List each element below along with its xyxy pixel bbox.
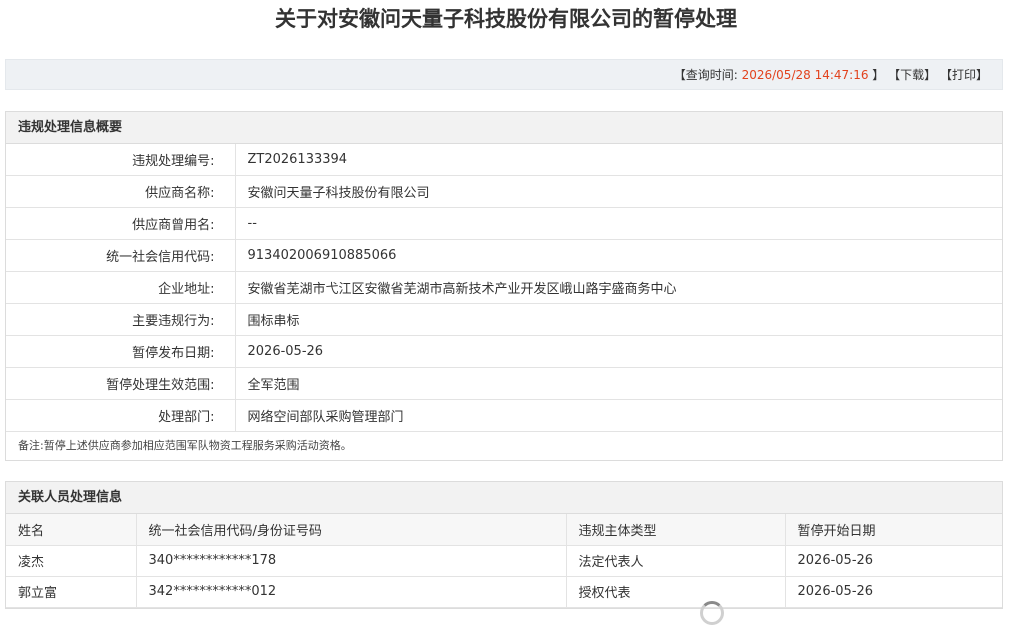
page-title: 关于对安徽问天量子科技股份有限公司的暂停处理	[275, 7, 737, 31]
query-time-label: 【查询时间:	[673, 68, 738, 82]
column-header-id: 统一社会信用代码/身份证号码	[136, 514, 567, 546]
field-label: 统一社会信用代码:	[6, 239, 236, 272]
column-header-type: 违规主体类型	[566, 514, 786, 546]
cell-id: 342************012	[136, 576, 567, 608]
table-row: 主要违规行为: 围标串标	[6, 303, 1002, 336]
field-value: 913402006910885066	[235, 239, 1002, 272]
table-row: 郭立富 342************012 授权代表 2026-05-26	[6, 576, 1002, 608]
table-row: 供应商名称: 安徽问天量子科技股份有限公司	[6, 175, 1002, 208]
table-row: 统一社会信用代码: 913402006910885066	[6, 239, 1002, 272]
field-value: 全军范围	[235, 367, 1002, 400]
field-value: 安徽问天量子科技股份有限公司	[235, 175, 1002, 208]
field-label: 暂停发布日期:	[6, 335, 236, 368]
remark-note: 备注:暂停上述供应商参加相应范围军队物资工程服务采购活动资格。	[18, 439, 352, 452]
cell-start-date: 2026-05-26	[785, 576, 1002, 608]
cell-type: 授权代表	[566, 576, 786, 608]
field-label: 供应商名称:	[6, 175, 236, 208]
field-label: 企业地址:	[6, 271, 236, 304]
loading-spinner-icon	[700, 601, 724, 625]
table-row: 企业地址: 安徽省芜湖市弋江区安徽省芜湖市高新技术产业开发区峨山路宇盛商务中心	[6, 271, 1002, 304]
field-label: 供应商曾用名:	[6, 207, 236, 240]
related-table: 姓名 统一社会信用代码/身份证号码 违规主体类型 暂停开始日期 凌杰 340**…	[6, 514, 1002, 608]
field-value: 安徽省芜湖市弋江区安徽省芜湖市高新技术产业开发区峨山路宇盛商务中心	[235, 271, 1002, 304]
cell-name: 郭立富	[6, 576, 137, 608]
overview-panel: 违规处理信息概要 违规处理编号: ZT2026133394 供应商名称: 安徽问天量…	[5, 111, 1003, 461]
related-panel: 关联人员处理信息 姓名 统一社会信用代码/身份证号码 违规主体类型 暂停开始日期…	[5, 481, 1003, 609]
overview-table: 违规处理编号: ZT2026133394 供应商名称: 安徽问天量子科技股份有限公司…	[6, 144, 1002, 432]
query-time-end: 】	[872, 68, 885, 82]
field-value: 2026-05-26	[235, 335, 1002, 368]
table-row: 供应商曾用名: --	[6, 207, 1002, 240]
table-row: 违规处理编号: ZT2026133394	[6, 144, 1002, 176]
field-value: 网络空间部队采购管理部门	[235, 399, 1002, 432]
column-header-name: 姓名	[6, 514, 137, 546]
query-time-value: 2026/05/28 14:47:16	[741, 68, 869, 82]
field-label: 暂停处理生效范围:	[6, 367, 236, 400]
overview-heading: 违规处理信息概要	[6, 112, 1002, 144]
table-header-row: 姓名 统一社会信用代码/身份证号码 违规主体类型 暂停开始日期	[6, 514, 1002, 546]
table-row: 暂停处理生效范围: 全军范围	[6, 367, 1002, 400]
toolbar: 【查询时间: 2026/05/28 14:47:16 】 【下载】 【打印】	[5, 59, 1003, 90]
related-heading: 关联人员处理信息	[6, 482, 1002, 514]
cell-type: 法定代表人	[566, 545, 786, 577]
field-label: 处理部门:	[6, 399, 236, 432]
table-row: 处理部门: 网络空间部队采购管理部门	[6, 399, 1002, 432]
field-value: 围标串标	[235, 303, 1002, 336]
print-link[interactable]: 【打印】	[940, 68, 988, 82]
cell-id: 340************178	[136, 545, 567, 577]
field-label: 主要违规行为:	[6, 303, 236, 336]
cell-name: 凌杰	[6, 545, 137, 577]
cell-start-date: 2026-05-26	[785, 545, 1002, 577]
column-header-start-date: 暂停开始日期	[785, 514, 1002, 546]
field-value: ZT2026133394	[235, 144, 1002, 176]
table-row: 凌杰 340************178 法定代表人 2026-05-26	[6, 545, 1002, 577]
field-label: 违规处理编号:	[6, 144, 236, 176]
field-value: --	[235, 207, 1002, 240]
download-link[interactable]: 【下载】	[888, 68, 936, 82]
table-row: 暂停发布日期: 2026-05-26	[6, 335, 1002, 368]
